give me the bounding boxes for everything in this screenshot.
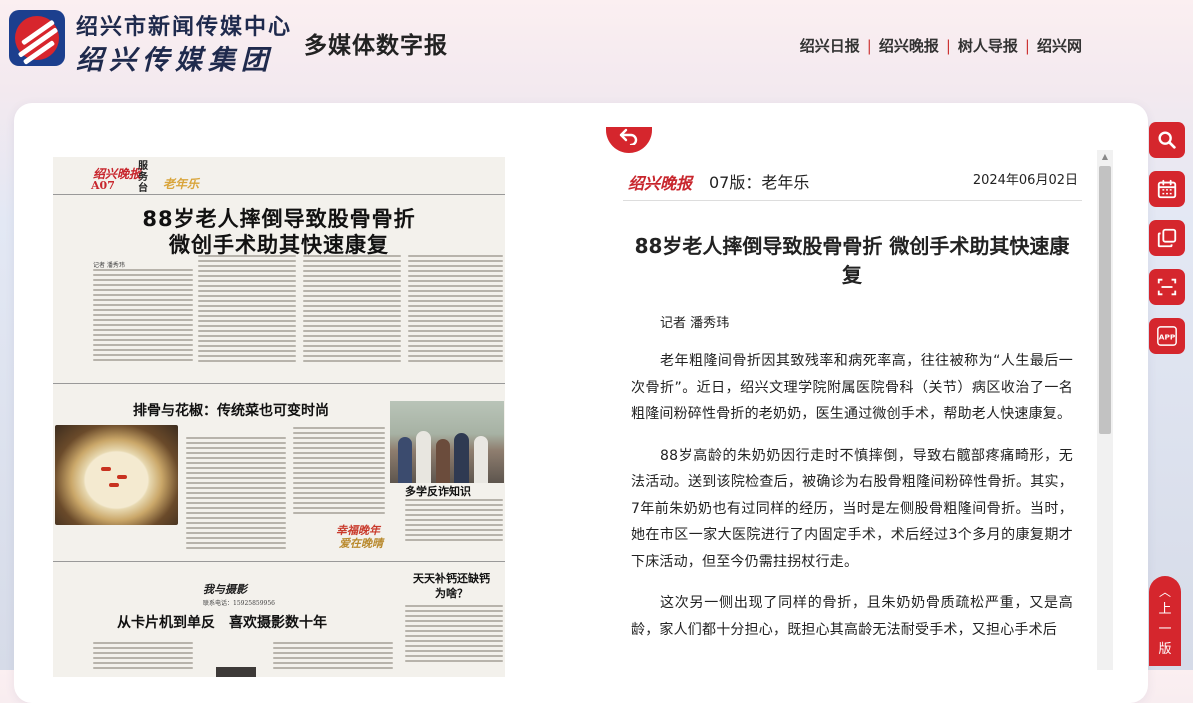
- paper-byline: 记者 潘秀玮: [93, 262, 125, 269]
- article-brand: 绍兴晚报: [628, 174, 693, 193]
- paper-rule: [53, 383, 505, 384]
- nav-shuren-guide[interactable]: 树人导报: [951, 35, 1025, 56]
- org-name-top: 绍兴市新闻传媒中心: [76, 14, 293, 40]
- paper-text-column[interactable]: [408, 255, 503, 365]
- nav-shaoxing-daily[interactable]: 绍兴日报: [793, 35, 867, 56]
- paper-column-label: 服务台: [138, 161, 148, 194]
- scroll-up-arrow-icon[interactable]: ▲: [1097, 150, 1113, 164]
- article-edition[interactable]: 07版：老年乐: [709, 169, 809, 193]
- previous-edition-button[interactable]: ︿ 上一版: [1149, 576, 1181, 666]
- article-date: 2024年06月02日: [972, 173, 1078, 188]
- article-title: 88岁老人摔倒导致股骨骨折 微创手术助其快速康复: [634, 234, 1070, 287]
- paper-text-column[interactable]: [186, 437, 286, 552]
- paper-text-column[interactable]: [405, 499, 503, 549]
- up-arrow-icon: ︿: [1158, 585, 1171, 599]
- previous-edition-label: 上一版: [1158, 602, 1172, 657]
- paper-stamp-logo: 爱在晚晴: [339, 537, 383, 550]
- article-header: 绍兴晚报 07版：老年乐 2024年06月02日: [623, 158, 1082, 201]
- paper-text-column[interactable]: [93, 269, 193, 364]
- article-body: 88岁老人摔倒导致股骨骨折 微创手术助其快速康复 记者 潘秀玮 老年粗隆间骨折因…: [631, 220, 1073, 670]
- top-nav: 绍兴日报 | 绍兴晚报 | 树人导报 | 绍兴网: [793, 35, 1089, 56]
- paper-food-photo[interactable]: [55, 425, 178, 525]
- paper-hotline: 联系电话：15925859956: [203, 600, 275, 607]
- nav-shaoxing-evening[interactable]: 绍兴晚报: [872, 35, 946, 56]
- copy-icon: [1157, 228, 1177, 248]
- calendar-button[interactable]: [1149, 171, 1185, 207]
- paper-rule: [53, 194, 505, 195]
- paper-page-number: A07: [91, 179, 115, 192]
- copy-button[interactable]: [1149, 220, 1185, 256]
- article-author: 记者 潘秀玮: [660, 316, 730, 331]
- calendar-icon: [1157, 179, 1177, 199]
- paper-text-column[interactable]: [293, 427, 385, 517]
- article-paragraph: 老年粗隆间骨折因其致残率和病死率高，往往被称为“人生最后一次骨折”。近日，绍兴文…: [631, 353, 1073, 422]
- paper-camera-photo[interactable]: [216, 667, 256, 677]
- paper-text-column[interactable]: [273, 642, 393, 677]
- paper-text-column[interactable]: [93, 642, 193, 677]
- nav-shaoxing-net[interactable]: 绍兴网: [1030, 35, 1089, 56]
- site-title: 多媒体数字报: [304, 32, 448, 59]
- app-icon-label: APP: [1159, 333, 1176, 342]
- paper-rule: [53, 561, 505, 562]
- article-scrollbar[interactable]: ▲: [1097, 150, 1113, 670]
- scan-button[interactable]: [1149, 269, 1185, 305]
- newspaper-page-thumbnail[interactable]: 绍兴晚报 A07 服务台 老年乐 88岁老人摔倒导致股骨骨折 微创手术助其快速康…: [53, 157, 505, 677]
- paper-subheadline-photo[interactable]: 从卡片机到单反 喜欢摄影数十年: [117, 612, 327, 632]
- scan-icon: [1157, 278, 1177, 296]
- paper-text-column[interactable]: [303, 255, 401, 365]
- return-arrow-icon: [619, 128, 638, 147]
- paper-text-column[interactable]: [198, 255, 296, 365]
- article-paragraph: 88岁高龄的朱奶奶因行走时不慎摔倒，导致右髋部疼痛畸形，无法活动。送到该院检查后…: [631, 447, 1073, 570]
- org-name-bottom: 绍兴传媒集团: [76, 45, 274, 76]
- paper-subheadline-calcium-2[interactable]: 为啥？: [435, 585, 468, 601]
- paper-subheadline-calcium[interactable]: 天天补钙还缺钙: [413, 570, 490, 586]
- scroll-thumb[interactable]: [1099, 166, 1111, 434]
- paper-section-tag: 老年乐: [163, 177, 200, 191]
- paper-subheadline-fraud[interactable]: 多学反诈知识: [405, 483, 471, 499]
- media-group-logo-icon[interactable]: [9, 10, 65, 66]
- paper-column-calligraphy: 我与摄影: [203, 583, 247, 596]
- paper-people-photo[interactable]: [390, 401, 504, 483]
- search-button[interactable]: [1149, 122, 1185, 158]
- article-paragraph: 这次另一侧出现了同样的骨折，且朱奶奶骨质疏松严重，又是高龄，家人们都十分担心，既…: [631, 595, 1073, 638]
- app-download-button[interactable]: APP: [1149, 318, 1185, 354]
- site-header: 绍兴市新闻传媒中心 绍兴传媒集团 多媒体数字报 绍兴日报 | 绍兴晚报 | 树人…: [0, 0, 1193, 80]
- search-icon: [1158, 131, 1176, 149]
- app-icon: APP: [1157, 326, 1177, 346]
- paper-subheadline-recipe[interactable]: 排骨与花椒：传统菜也可变时尚: [133, 400, 329, 420]
- paper-text-column[interactable]: [405, 605, 503, 675]
